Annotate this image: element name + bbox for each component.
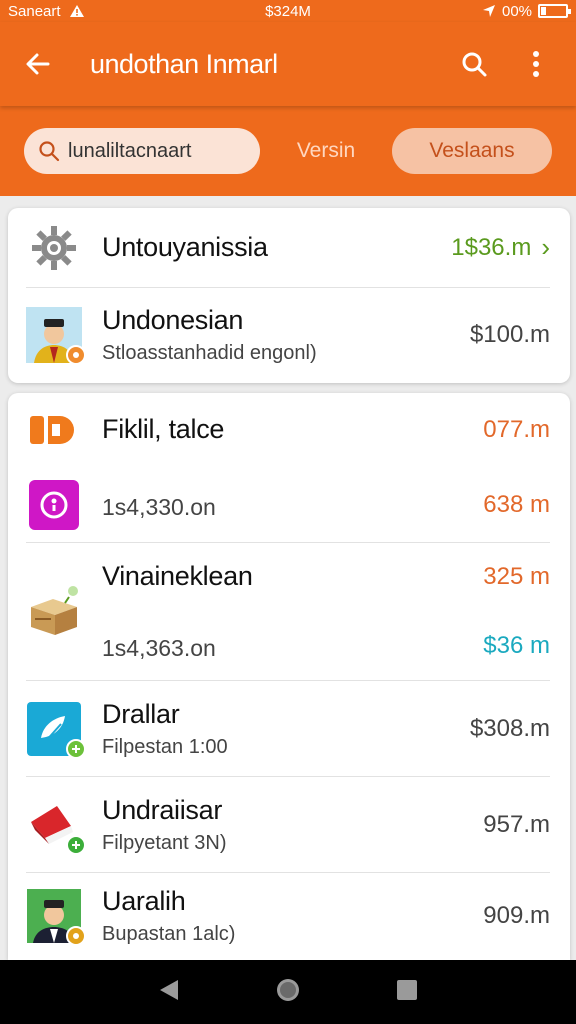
badge-icon — [66, 926, 86, 946]
transactions-card: Fiklil, talce 1s4,330.on 077.m 638 m Vin… — [8, 393, 570, 960]
filter-bar: lunaliltacnaart Versin Veslaans — [0, 106, 576, 196]
item-name: Untouyanissia — [102, 232, 268, 262]
item-amount: $100.m — [469, 321, 550, 348]
list-item[interactable]: Uaralih Bupastan 1alc) 909.m — [26, 873, 550, 959]
item-name: Drallar — [102, 698, 180, 729]
nav-back-button[interactable] — [158, 978, 180, 1007]
item-subtitle: Bupastan 1alc) — [102, 923, 236, 945]
square-recents-icon — [397, 979, 418, 1000]
more-menu-button[interactable] — [512, 40, 560, 88]
search-input-text: lunaliltacnaart — [68, 139, 192, 162]
item-amount-secondary: 638 m — [483, 490, 550, 518]
item-name: Undonesian — [102, 305, 244, 335]
item-subtitle: 1s4,363.on — [102, 634, 216, 661]
badge-icon — [66, 345, 86, 365]
orange-logo-icon — [26, 402, 82, 458]
gear-icon — [26, 220, 82, 276]
warning-icon — [69, 5, 84, 17]
item-subtitle: Filpestan 1:00 — [102, 735, 228, 758]
tab-version[interactable]: Versin — [284, 139, 368, 163]
more-vertical-icon — [533, 51, 539, 77]
search-icon — [39, 141, 60, 162]
item-amount-secondary: $36 m — [483, 631, 550, 659]
circle-home-icon — [276, 978, 299, 1001]
app-bar: undothan Inmarl — [0, 22, 576, 106]
item-amount: 957.m — [483, 810, 550, 838]
page-title: undothan Inmarl — [90, 48, 278, 79]
item-name: Uaralih — [102, 886, 186, 916]
tab-active[interactable]: Veslaans — [392, 128, 552, 174]
location-icon — [482, 5, 495, 17]
item-name: Vinaineklean — [102, 561, 253, 592]
item-amount: 1$36.m — [451, 233, 532, 261]
search-icon — [462, 52, 487, 77]
item-amount: $308.m — [469, 714, 550, 742]
triangle-back-icon — [159, 979, 178, 1000]
battery-icon — [538, 4, 572, 18]
list-item[interactable]: Drallar Filpestan 1:00 $308.m — [26, 681, 550, 777]
item-amount: 909.m — [483, 902, 550, 929]
list-item[interactable]: Untouyanissia 1$36.m › — [26, 208, 550, 288]
item-name: Fiklil, talce — [102, 414, 225, 445]
system-nav-bar — [0, 960, 576, 1024]
arrow-left-icon — [26, 53, 50, 75]
person-avatar-icon — [26, 888, 86, 946]
package-box-icon — [26, 584, 82, 640]
leaf-app-icon — [26, 701, 86, 759]
list-item[interactable]: Undonesian Stloasstanhadid engonl) $100.… — [26, 288, 550, 382]
item-name: Undraiisar — [102, 794, 223, 825]
item-subtitle: 1s4,330.on — [102, 493, 216, 520]
item-subtitle: Filpyetant 3N) — [102, 831, 227, 854]
person-avatar-icon — [26, 307, 86, 365]
chevron-right-icon: › — [541, 232, 550, 262]
item-amount: 325 m — [483, 563, 550, 591]
item-subtitle: Stloasstanhadid engonl) — [102, 342, 317, 364]
status-time: $324M — [265, 2, 311, 20]
purple-circle-icon — [26, 477, 82, 533]
status-bar: Saneart $324M 00% — [0, 0, 576, 22]
back-button[interactable] — [16, 42, 60, 86]
list-item[interactable]: Vinaineklean 1s4,363.on 325 m $36 m — [26, 543, 550, 681]
nav-recents-button[interactable] — [396, 979, 418, 1006]
list-item[interactable]: Fiklil, talce 1s4,330.on 077.m 638 m — [26, 393, 550, 543]
badge-icon — [66, 834, 86, 855]
list-item[interactable]: Undraiisar Filpyetant 3N) 957.m — [26, 777, 550, 873]
badge-icon — [66, 738, 86, 759]
item-amount: 077.m — [483, 416, 550, 444]
battery-percent: 00% — [501, 2, 533, 20]
search-input[interactable]: lunaliltacnaart — [24, 128, 260, 174]
summary-card: Untouyanissia 1$36.m › Undonesian Stloas… — [8, 208, 570, 383]
search-button[interactable] — [450, 40, 498, 88]
nav-home-button[interactable] — [275, 977, 301, 1008]
red-flag-icon — [26, 797, 86, 855]
carrier-label: Saneart — [8, 2, 61, 20]
